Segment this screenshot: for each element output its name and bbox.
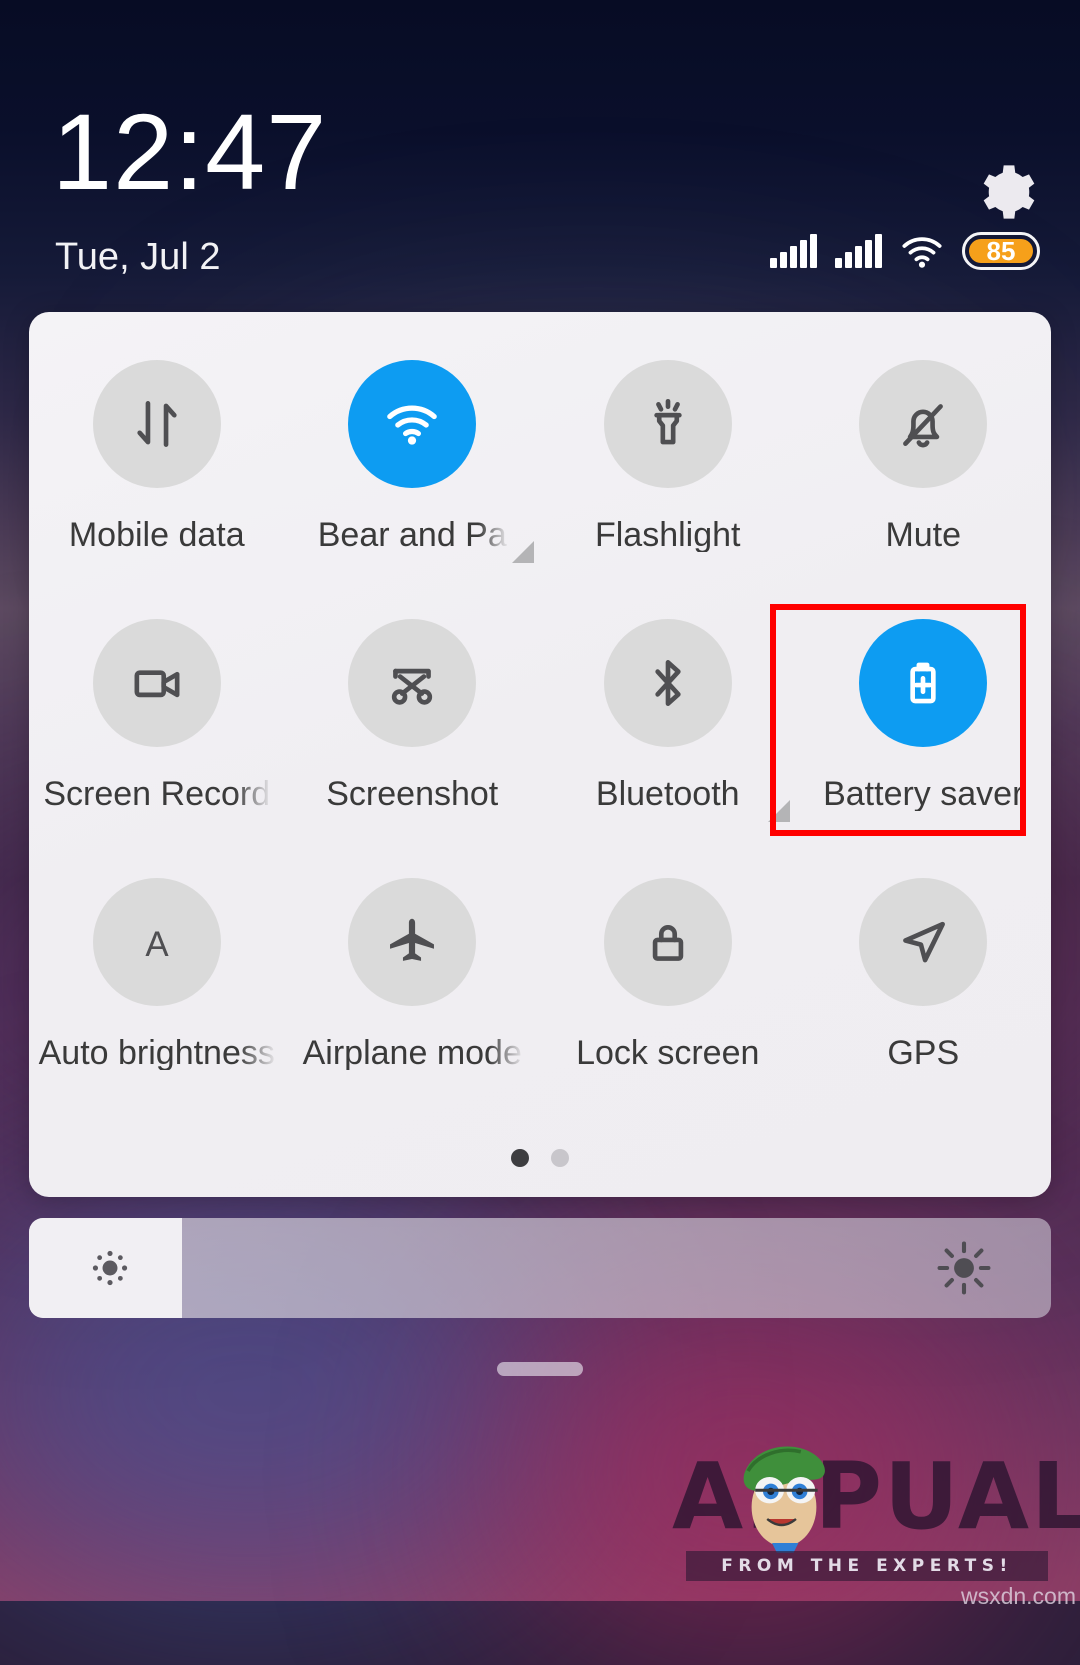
quick-tile-label: Screen Record xyxy=(43,777,271,811)
watermark-tagline-text: FROM THE EXPERTS! xyxy=(721,1556,1013,1576)
quick-tile-lock-screen[interactable]: Lock screen xyxy=(540,860,796,1119)
clock-time: 12:47 xyxy=(52,91,328,212)
clock-date: Tue, Jul 2 xyxy=(55,236,221,278)
quick-tile-label: Lock screen xyxy=(576,1036,760,1070)
page-indicator[interactable] xyxy=(29,1149,1051,1167)
status-icons: 85 xyxy=(770,232,1040,270)
expand-triangle-icon[interactable] xyxy=(512,541,534,563)
quick-tile-label: Battery saver xyxy=(823,777,1024,811)
quick-tile-label: Mute xyxy=(885,518,962,552)
quick-tile-icon-circle[interactable] xyxy=(603,878,732,1006)
watermark: APPUALS FROM THE EXPERTS! wsxdn.com xyxy=(672,1443,1080,1609)
brightness-low-icon xyxy=(92,1250,128,1286)
quick-tile-label: Auto brightness xyxy=(38,1036,275,1070)
video-camera-icon xyxy=(134,670,180,698)
auto-brightness-icon: A xyxy=(145,925,169,964)
quick-tile-label: GPS xyxy=(887,1036,960,1070)
quick-tile-auto-brightness[interactable]: A Auto brightness xyxy=(29,860,285,1119)
quick-tile-icon-circle[interactable]: A xyxy=(92,878,221,1006)
quick-tile-icon-circle[interactable] xyxy=(603,619,732,747)
battery-level-text: 85 xyxy=(986,235,1016,266)
page-dot-1[interactable] xyxy=(511,1149,529,1167)
watermark-site: wsxdn.com xyxy=(960,1583,1076,1609)
quick-tile-label: Bear and Pa xyxy=(317,518,507,552)
battery-indicator: 85 xyxy=(962,232,1040,270)
quick-tile-icon-circle[interactable] xyxy=(348,619,477,747)
wifi-icon xyxy=(902,237,942,268)
quick-tile-bear-and-pa[interactable]: Bear and Pa xyxy=(285,342,541,601)
quick-tile-flashlight[interactable]: Flashlight xyxy=(540,342,796,601)
watermark-tagline: FROM THE EXPERTS! xyxy=(686,1551,1048,1581)
quick-tile-airplane-mode[interactable]: Airplane mode xyxy=(285,860,541,1119)
lock-icon xyxy=(652,924,683,961)
quick-tile-icon-circle[interactable] xyxy=(603,360,732,488)
quick-tile-mute[interactable]: Mute xyxy=(796,342,1052,601)
quick-tile-icon-circle[interactable] xyxy=(859,619,988,747)
mobile-data-icon xyxy=(137,401,177,447)
bluetooth-icon xyxy=(655,660,681,706)
status-header: 12:47 Tue, Jul 2 85 xyxy=(0,0,1080,312)
quick-tile-bluetooth[interactable]: Bluetooth xyxy=(540,601,796,860)
quick-tile-mobile-data[interactable]: Mobile data xyxy=(29,342,285,601)
flashlight-icon xyxy=(654,398,682,445)
svg-text:A: A xyxy=(145,925,169,964)
airplane-icon xyxy=(390,918,435,961)
quick-tile-gps[interactable]: GPS xyxy=(796,860,1052,1119)
quick-tile-icon-circle[interactable] xyxy=(348,878,477,1006)
quick-tile-icon-circle[interactable] xyxy=(348,360,477,488)
signal-bars-icon xyxy=(770,234,817,268)
page-dot-2[interactable] xyxy=(551,1149,569,1167)
mascot-icon xyxy=(743,1446,825,1553)
gear-icon xyxy=(983,165,1035,219)
battery-plus-icon xyxy=(910,662,936,704)
quick-tile-label: Airplane mode xyxy=(302,1036,522,1070)
quick-tile-screen-record[interactable]: Screen Record xyxy=(29,601,285,860)
navigation-arrow-icon xyxy=(903,921,946,963)
quick-tile-screenshot[interactable]: Screenshot xyxy=(285,601,541,860)
brightness-high-icon xyxy=(937,1241,991,1295)
quick-settings-panel: Mobile data Bear and Pa Flashlight Mute Scre… xyxy=(29,312,1051,1197)
bell-muted-icon xyxy=(903,404,944,448)
settings-button[interactable] xyxy=(973,160,1037,224)
quick-tile-label: Screenshot xyxy=(326,777,499,811)
quick-tile-label: Bluetooth xyxy=(595,777,740,811)
quick-tile-label: Mobile data xyxy=(68,518,245,552)
quick-tile-label: Flashlight xyxy=(594,518,741,552)
scissors-icon xyxy=(392,668,433,705)
wifi-icon xyxy=(387,405,438,445)
drag-handle[interactable] xyxy=(497,1362,583,1376)
signal-bars-icon xyxy=(835,234,882,268)
quick-tile-icon-circle[interactable] xyxy=(92,619,221,747)
quick-tile-icon-circle[interactable] xyxy=(859,878,988,1006)
quick-tile-battery-saver[interactable]: Battery saver xyxy=(796,601,1052,860)
quick-tile-icon-circle[interactable] xyxy=(92,360,221,488)
brightness-slider[interactable] xyxy=(29,1218,1051,1318)
expand-triangle-icon[interactable] xyxy=(767,800,790,822)
quick-tile-icon-circle[interactable] xyxy=(859,360,988,488)
quick-settings-tile-grid: Mobile data Bear and Pa Flashlight Mute Scre… xyxy=(29,342,1051,1119)
